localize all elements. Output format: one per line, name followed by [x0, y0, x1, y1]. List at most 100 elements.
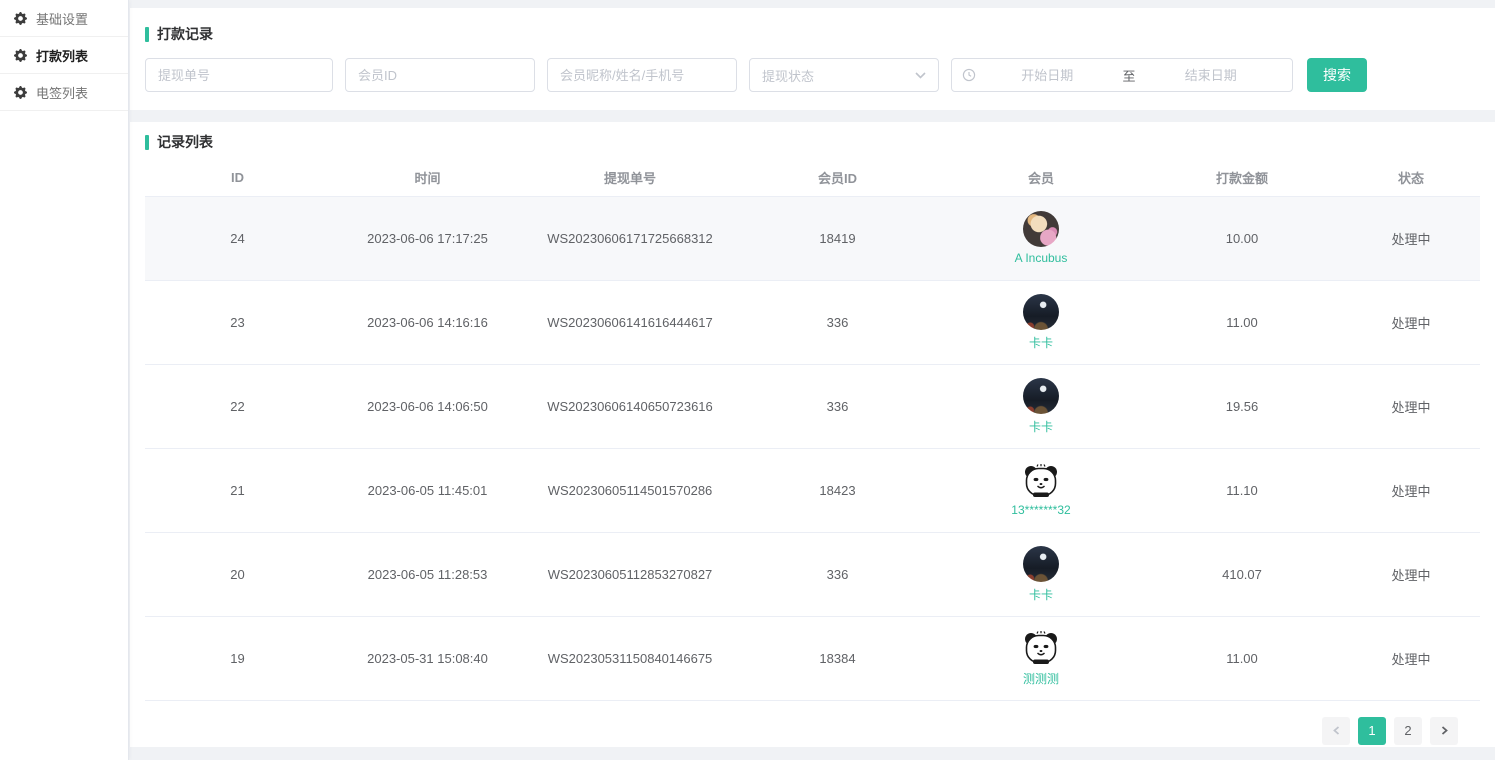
column-header: 提现单号 [525, 160, 735, 196]
cell-time: 2023-06-05 11:45:01 [330, 448, 525, 532]
night-sky-avatar [1023, 546, 1059, 582]
column-header: 状态 [1342, 160, 1480, 196]
table-row[interactable]: 24 2023-06-06 17:17:25 WS202306061717256… [145, 196, 1480, 280]
cell-id: 20 [145, 532, 330, 616]
search-panel: 打款记录 提现状态 至 搜索 [130, 8, 1495, 110]
member-name-link[interactable]: 卡卡 [1029, 418, 1053, 435]
status-select[interactable]: 提现状态 [749, 58, 939, 92]
table-row[interactable]: 20 2023-06-05 11:28:53 WS202306051128532… [145, 532, 1480, 616]
column-header: 打款金额 [1142, 160, 1342, 196]
start-date-input[interactable] [976, 68, 1119, 83]
cell-order-no: WS20230605112853270827 [525, 532, 735, 616]
cell-status: 处理中 [1342, 196, 1480, 280]
end-date-input[interactable] [1140, 68, 1283, 83]
cell-member-id: 18419 [735, 196, 940, 280]
gear-icon [14, 12, 27, 25]
cell-id: 23 [145, 280, 330, 364]
search-button[interactable]: 搜索 [1307, 58, 1367, 92]
cell-member: 卡卡 [940, 364, 1142, 448]
table-row[interactable]: 21 2023-06-05 11:45:01 WS202306051145015… [145, 448, 1480, 532]
column-header: ID [145, 160, 330, 196]
table-header-row: ID时间提现单号会员ID会员打款金额状态 [145, 160, 1480, 196]
table-row[interactable]: 22 2023-06-06 14:06:50 WS202306061406507… [145, 364, 1480, 448]
cell-member-id: 18384 [735, 616, 940, 700]
member-name-link[interactable]: 测测测 [1023, 670, 1059, 687]
panda-meme-avatar [1023, 463, 1059, 499]
cell-amount: 19.56 [1142, 364, 1342, 448]
sidebar-item-basic-settings[interactable]: 基础设置 [0, 0, 128, 37]
member-name-link[interactable]: 卡卡 [1029, 586, 1053, 603]
cell-time: 2023-06-05 11:28:53 [330, 532, 525, 616]
cell-order-no: WS20230606171725668312 [525, 196, 735, 280]
title-accent-bar [145, 27, 149, 42]
main-content: 打款记录 提现状态 至 搜索 记录列表 [130, 0, 1495, 760]
cell-amount: 410.07 [1142, 532, 1342, 616]
sidebar-item-esign-list[interactable]: 电签列表 [0, 74, 128, 111]
member-id-input[interactable] [345, 58, 535, 92]
cell-member: 卡卡 [940, 280, 1142, 364]
cell-amount: 11.00 [1142, 280, 1342, 364]
table-row[interactable]: 19 2023-05-31 15:08:40 WS202305311508401… [145, 616, 1480, 700]
record-list-title-text: 记录列表 [157, 132, 213, 152]
clock-icon [962, 68, 976, 82]
cell-id: 24 [145, 196, 330, 280]
gear-icon [14, 49, 27, 62]
search-panel-title-text: 打款记录 [157, 24, 213, 44]
pagination: 12 [145, 717, 1480, 745]
chevron-left-icon [1332, 726, 1341, 735]
status-select-placeholder: 提现状态 [762, 66, 814, 85]
date-range-picker[interactable]: 至 [951, 58, 1293, 92]
cell-member: 卡卡 [940, 532, 1142, 616]
cell-status: 处理中 [1342, 448, 1480, 532]
cell-time: 2023-05-31 15:08:40 [330, 616, 525, 700]
page-button-1[interactable]: 1 [1358, 717, 1386, 745]
cell-amount: 11.10 [1142, 448, 1342, 532]
cell-time: 2023-06-06 14:06:50 [330, 364, 525, 448]
member-name-link[interactable]: A Incubus [1015, 251, 1068, 265]
sidebar-item-label: 基础设置 [36, 9, 88, 28]
search-panel-title: 打款记录 [145, 24, 1480, 44]
cell-member: 测测测 [940, 616, 1142, 700]
cell-amount: 11.00 [1142, 616, 1342, 700]
column-header: 会员ID [735, 160, 940, 196]
dog-avatar [1023, 211, 1059, 247]
night-sky-avatar [1023, 294, 1059, 330]
cell-status: 处理中 [1342, 532, 1480, 616]
order-no-input[interactable] [145, 58, 333, 92]
chevron-right-icon [1440, 726, 1449, 735]
cell-time: 2023-06-06 17:17:25 [330, 196, 525, 280]
search-filters: 提现状态 至 搜索 [145, 58, 1480, 92]
cell-member: A Incubus [940, 196, 1142, 280]
cell-member-id: 336 [735, 532, 940, 616]
cell-amount: 10.00 [1142, 196, 1342, 280]
cell-member-id: 18423 [735, 448, 940, 532]
date-separator: 至 [1119, 66, 1140, 85]
member-name-link[interactable]: 卡卡 [1029, 334, 1053, 351]
sidebar: 基础设置 打款列表 电签列表 [0, 0, 129, 760]
cell-order-no: WS20230605114501570286 [525, 448, 735, 532]
page-button-2[interactable]: 2 [1394, 717, 1422, 745]
prev-page-button[interactable] [1322, 717, 1350, 745]
cell-order-no: WS20230606141616444617 [525, 280, 735, 364]
column-header: 会员 [940, 160, 1142, 196]
sidebar-item-label: 电签列表 [36, 83, 88, 102]
column-header: 时间 [330, 160, 525, 196]
member-name-link[interactable]: 13*******32 [1011, 503, 1070, 517]
member-info-input[interactable] [547, 58, 737, 92]
cell-id: 22 [145, 364, 330, 448]
sidebar-item-label: 打款列表 [36, 46, 88, 65]
cell-member-id: 336 [735, 364, 940, 448]
cell-id: 19 [145, 616, 330, 700]
gear-icon [14, 86, 27, 99]
next-page-button[interactable] [1430, 717, 1458, 745]
cell-time: 2023-06-06 14:16:16 [330, 280, 525, 364]
records-table: ID时间提现单号会员ID会员打款金额状态 24 2023-06-06 17:17… [145, 160, 1480, 701]
cell-member: 13*******32 [940, 448, 1142, 532]
sidebar-item-payment-list[interactable]: 打款列表 [0, 37, 128, 74]
record-list-panel: 记录列表 ID时间提现单号会员ID会员打款金额状态 24 2023-06-06 … [130, 122, 1495, 747]
cell-member-id: 336 [735, 280, 940, 364]
table-row[interactable]: 23 2023-06-06 14:16:16 WS202306061416164… [145, 280, 1480, 364]
chevron-down-icon [915, 72, 926, 79]
cell-status: 处理中 [1342, 280, 1480, 364]
record-list-title: 记录列表 [145, 132, 1480, 152]
